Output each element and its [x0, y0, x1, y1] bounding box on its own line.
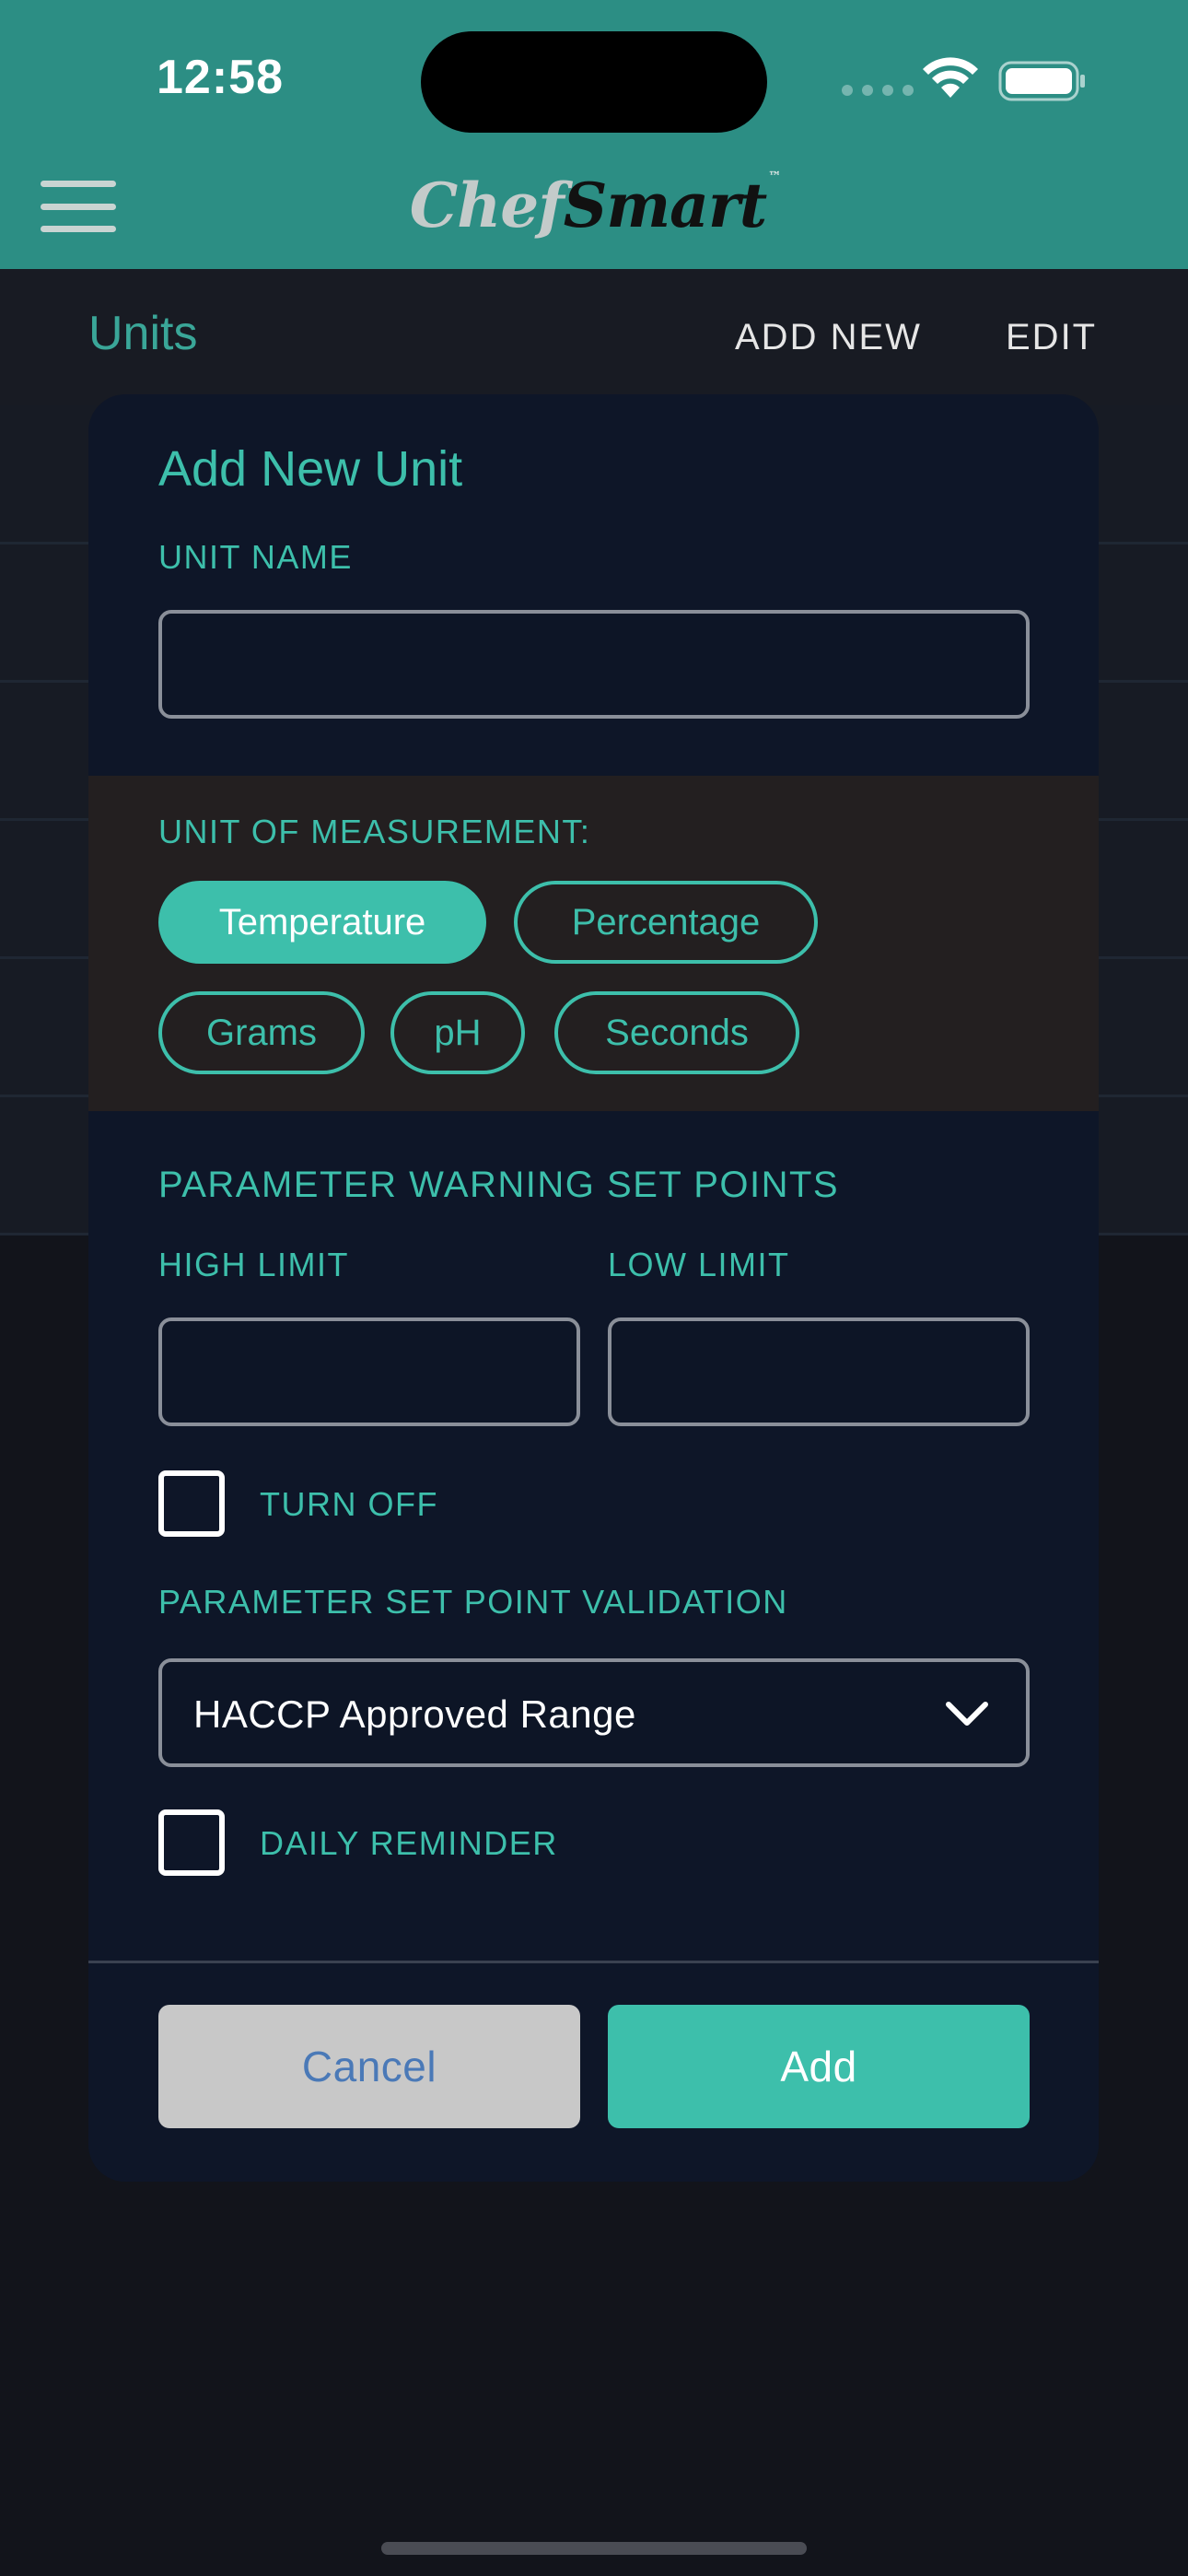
- option-seconds[interactable]: Seconds: [554, 991, 799, 1074]
- dynamic-island: [421, 31, 767, 133]
- dialog-divider: [88, 1961, 1099, 1963]
- add-button[interactable]: Add: [608, 2005, 1030, 2128]
- page-title: Units: [88, 307, 198, 360]
- unit-name-input[interactable]: [158, 610, 1030, 719]
- add-unit-dialog: Add New Unit UNIT NAME UNIT OF MEASUREME…: [88, 394, 1099, 2182]
- option-grams[interactable]: Grams: [158, 991, 365, 1074]
- chevron-down-icon: [946, 1702, 988, 1726]
- measurement-label: UNIT OF MEASUREMENT:: [158, 813, 591, 850]
- option-temperature[interactable]: Temperature: [158, 881, 486, 964]
- validation-label: PARAMETER SET POINT VALIDATION: [158, 1583, 788, 1621]
- unit-name-label: UNIT NAME: [158, 538, 353, 576]
- wifi-icon: [923, 57, 978, 98]
- status-time: 12:58: [157, 51, 284, 104]
- cancel-button[interactable]: Cancel: [158, 2005, 580, 2128]
- option-percentage[interactable]: Percentage: [514, 881, 818, 964]
- cellular-signal-icon: [842, 85, 914, 96]
- turn-off-label: TURN OFF: [260, 1485, 438, 1523]
- daily-reminder-checkbox[interactable]: [158, 1809, 225, 1876]
- app-header: 12:58 ChefSmart ™: [0, 0, 1188, 269]
- validation-select[interactable]: HACCP Approved Range: [158, 1658, 1030, 1767]
- menu-icon[interactable]: [41, 181, 116, 232]
- high-limit-input[interactable]: [158, 1317, 580, 1426]
- validation-selected-value: HACCP Approved Range: [193, 1692, 636, 1736]
- app-screen: 12:58 ChefSmart ™ Units ADD NEW EDIT Add…: [0, 0, 1188, 2576]
- daily-reminder-label: DAILY REMINDER: [260, 1824, 558, 1862]
- turn-off-checkbox[interactable]: [158, 1470, 225, 1537]
- unit-of-measurement-section: UNIT OF MEASUREMENT: Temperature Percent…: [88, 776, 1099, 1111]
- warning-set-points-heading: PARAMETER WARNING SET POINTS: [158, 1165, 840, 1205]
- home-indicator[interactable]: [381, 2542, 807, 2555]
- low-limit-input[interactable]: [608, 1317, 1030, 1426]
- high-limit-label: HIGH LIMIT: [158, 1246, 350, 1283]
- units-toolbar: Units ADD NEW EDIT: [0, 269, 1188, 405]
- option-ph[interactable]: pH: [390, 991, 525, 1074]
- battery-icon: [998, 61, 1085, 101]
- edit-button[interactable]: EDIT: [1006, 317, 1097, 358]
- chefsmart-logo: ChefSmart ™: [409, 170, 781, 241]
- add-new-button[interactable]: ADD NEW: [735, 317, 922, 358]
- low-limit-label: LOW LIMIT: [608, 1246, 790, 1283]
- dialog-title: Add New Unit: [158, 441, 463, 497]
